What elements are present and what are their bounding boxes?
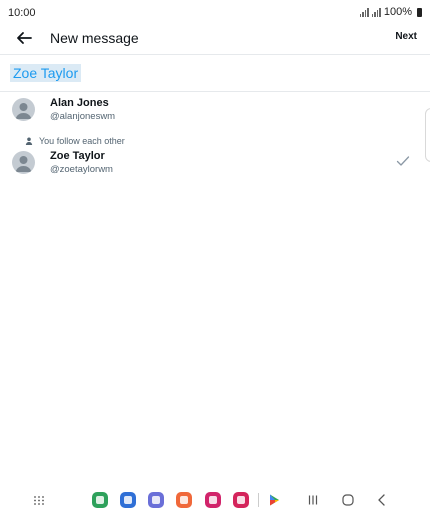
- back-nav-button[interactable]: [374, 492, 390, 508]
- divider: [0, 54, 430, 55]
- battery-level: 100%: [383, 6, 412, 18]
- header: New message Next: [0, 22, 430, 54]
- checkmark-icon: [396, 156, 410, 166]
- default-avatar-icon: [15, 103, 32, 119]
- play-store-button[interactable]: [266, 492, 282, 508]
- recents-icon: [308, 495, 318, 505]
- avatar: [12, 98, 35, 121]
- gallery-app-icon[interactable]: [205, 492, 221, 508]
- apps-grid-icon: [34, 496, 44, 505]
- signal-icon: [371, 7, 381, 17]
- contact-name: Zoe Taylor: [50, 150, 105, 162]
- contact-handle: @zoetaylorwm: [50, 164, 113, 175]
- status-time: 10:00: [8, 7, 36, 19]
- messages-app-icon[interactable]: [120, 492, 136, 508]
- avatar: [12, 151, 35, 174]
- signal-icon: [359, 7, 369, 17]
- divider: [258, 493, 259, 507]
- follow-status: You follow each other: [25, 136, 125, 146]
- contact-row-zoe-taylor[interactable]: Zoe Taylor @zoetaylorwm: [0, 147, 430, 181]
- apps-grid-button[interactable]: [31, 492, 47, 508]
- contact-row-alan-jones[interactable]: Alan Jones @alanjoneswm: [0, 94, 430, 128]
- page-title: New message: [50, 30, 139, 46]
- navigation-bar: [0, 488, 430, 516]
- default-avatar-icon: [15, 156, 32, 172]
- notes-app-icon[interactable]: [176, 492, 192, 508]
- person-icon: [25, 137, 33, 145]
- battery-icon: [417, 7, 422, 17]
- chevron-left-icon: [378, 494, 385, 506]
- next-button[interactable]: Next: [395, 31, 417, 42]
- contact-name: Alan Jones: [50, 97, 109, 109]
- home-button[interactable]: [340, 492, 356, 508]
- back-button[interactable]: [12, 26, 36, 50]
- internet-app-icon[interactable]: [148, 492, 164, 508]
- follow-note-text: You follow each other: [39, 136, 125, 146]
- contact-handle: @alanjoneswm: [50, 111, 116, 122]
- search-query-chip[interactable]: Zoe Taylor: [10, 64, 82, 82]
- arrow-left-icon: [17, 32, 32, 44]
- recent-apps-button[interactable]: [305, 492, 321, 508]
- play-store-icon: [270, 494, 279, 506]
- divider: [0, 91, 430, 92]
- camera-app-icon[interactable]: [233, 492, 249, 508]
- phone-app-icon[interactable]: [92, 492, 108, 508]
- edge-panel-handle[interactable]: [425, 108, 430, 162]
- status-indicators: 100%: [359, 6, 422, 18]
- home-icon: [342, 494, 354, 506]
